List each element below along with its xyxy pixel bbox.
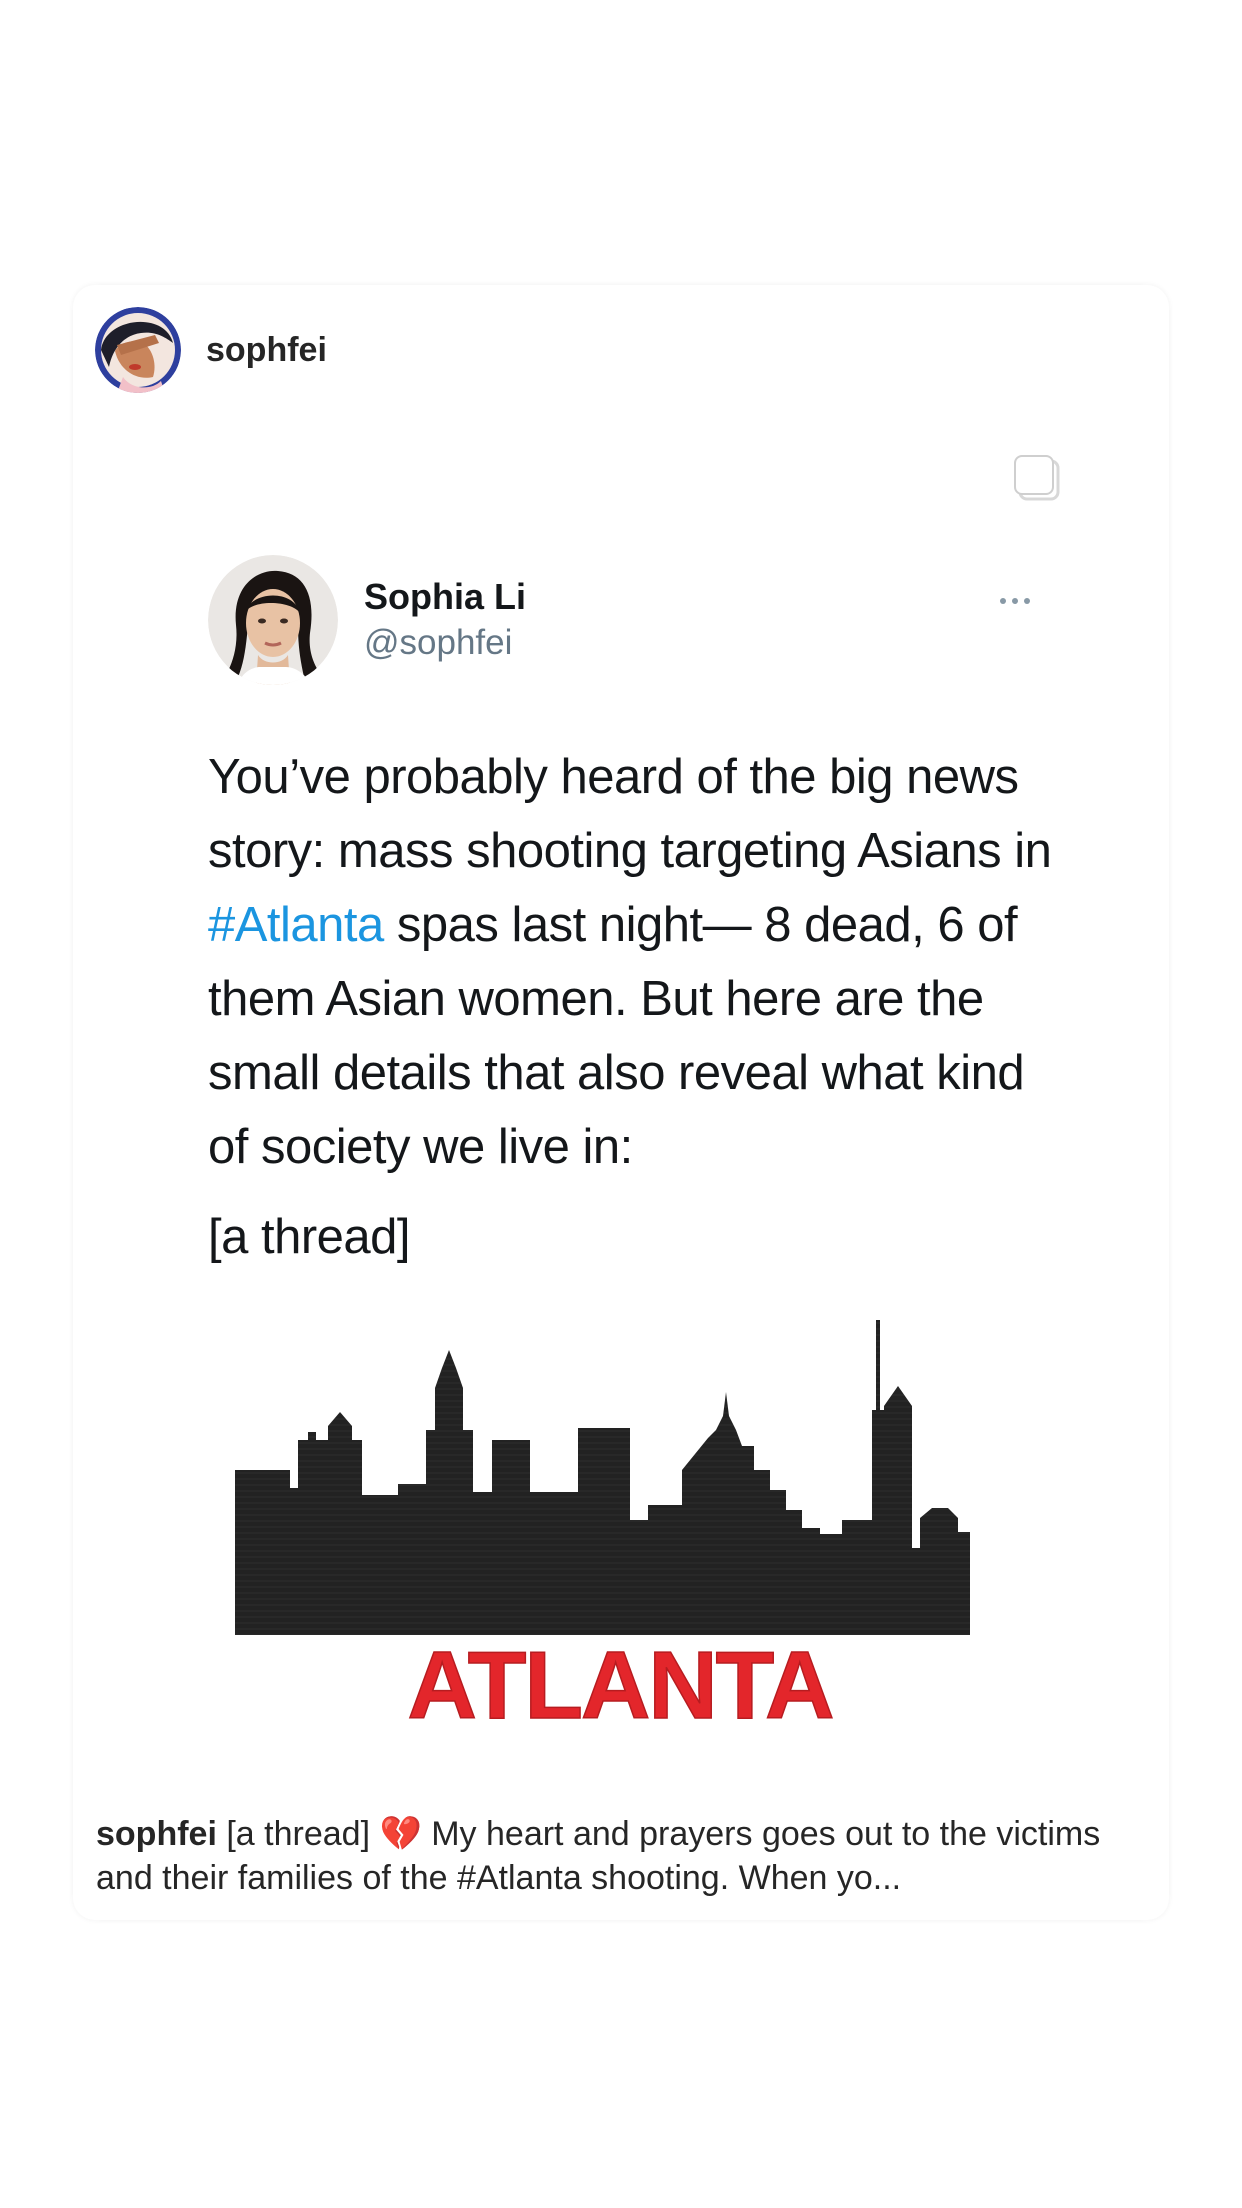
more-options-icon[interactable] bbox=[998, 594, 1032, 606]
post-username[interactable]: sophfei bbox=[206, 331, 327, 370]
tweet-author-names: Sophia Li @sophfei bbox=[364, 574, 526, 666]
tweet-text-part1: You’ve probably heard of the big news st… bbox=[208, 750, 1052, 878]
portrait-photo-icon bbox=[208, 555, 338, 685]
tweet-header: Sophia Li @sophfei bbox=[208, 555, 526, 685]
atlanta-embroidered-word: ATLANTA bbox=[390, 1630, 850, 1740]
tweet-handle[interactable]: @sophfei bbox=[364, 620, 526, 666]
tweet-body: You’ve probably heard of the big news st… bbox=[208, 740, 1068, 1184]
atlanta-skyline-image bbox=[230, 1320, 1010, 1635]
user-avatar[interactable] bbox=[95, 307, 181, 393]
tweet-author-avatar[interactable] bbox=[208, 555, 338, 685]
hashtag-link[interactable]: #Atlanta bbox=[208, 898, 384, 952]
multiple-images-icon bbox=[1012, 453, 1062, 503]
caption-text: [a thread] 💔 My heart and prayers goes o… bbox=[96, 1815, 1101, 1897]
atlanta-word-text: ATLANTA bbox=[408, 1632, 833, 1730]
tweet-thread-label: [a thread] bbox=[208, 1210, 411, 1264]
caption-username[interactable]: sophfei bbox=[96, 1815, 217, 1853]
tweet-display-name[interactable]: Sophia Li bbox=[364, 574, 526, 620]
post-header: sophfei bbox=[95, 307, 327, 393]
avatar-illustration-icon bbox=[95, 307, 181, 393]
post-caption: sophfei [a thread] 💔 My heart and prayer… bbox=[96, 1812, 1146, 1900]
